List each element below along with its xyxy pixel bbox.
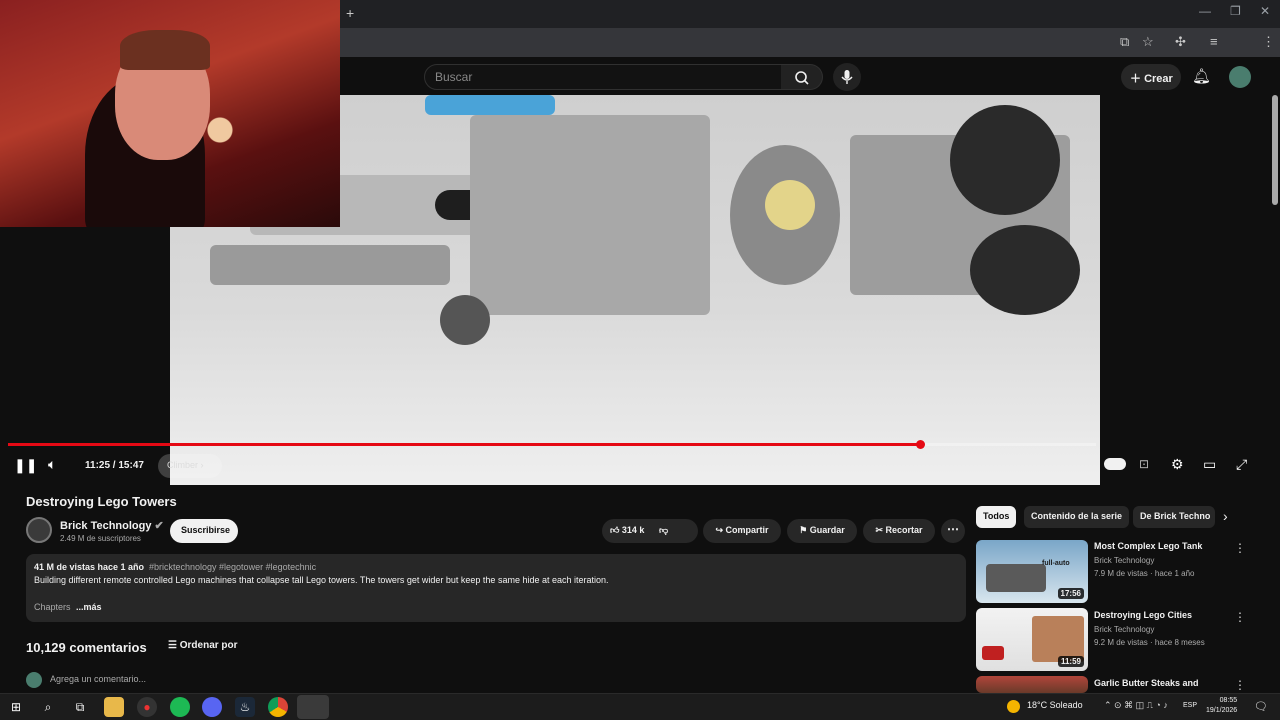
file-explorer-icon[interactable] bbox=[104, 697, 124, 717]
show-more-link[interactable]: ...más bbox=[76, 602, 102, 612]
bookmark-icon: ⚑ bbox=[799, 525, 810, 535]
volume-icon[interactable]: 🔈︎ bbox=[48, 456, 56, 473]
cast-icon[interactable]: ⧉ bbox=[1120, 34, 1129, 50]
time-display: 11:25 / 15:47 bbox=[85, 460, 144, 471]
video-duration: 11:59 bbox=[1057, 656, 1084, 667]
task-view-icon[interactable]: ⧉ bbox=[70, 697, 90, 717]
thumbnail-badge: full-auto bbox=[1042, 560, 1070, 567]
extensions-icon[interactable]: ✣ bbox=[1175, 34, 1186, 50]
save-button[interactable]: ⚑ Guardar bbox=[787, 519, 857, 543]
close-window-button[interactable]: ✕ bbox=[1260, 4, 1270, 18]
chevron-right-icon[interactable]: › bbox=[1223, 508, 1228, 524]
new-tab-button[interactable]: + bbox=[346, 5, 354, 21]
video-duration: 17:56 bbox=[1057, 588, 1084, 599]
webcam-overlay bbox=[0, 0, 340, 227]
hashtags[interactable]: #bricktechnology #legotower #legotechnic bbox=[149, 562, 316, 572]
plus-icon: ＋ bbox=[1130, 73, 1145, 85]
comment-input[interactable]: Agrega un comentario... bbox=[50, 674, 146, 684]
scrollbar-thumb[interactable] bbox=[1272, 95, 1278, 205]
language-indicator[interactable]: ESP bbox=[1183, 702, 1197, 709]
like-button[interactable]: 👍︎ 314 k bbox=[610, 525, 644, 535]
bookmark-star-icon[interactable]: ☆ bbox=[1142, 34, 1154, 50]
related-menu-icon[interactable]: ⋮ bbox=[1234, 678, 1246, 692]
related-thumbnail-1[interactable]: full-auto 17:56 bbox=[976, 540, 1088, 603]
view-count-date: 41 M de vistas hace 1 año bbox=[34, 562, 145, 572]
chrome-active-icon[interactable] bbox=[297, 695, 329, 719]
browser-menu-icon[interactable]: ⋮ bbox=[1262, 34, 1275, 50]
windows-taskbar bbox=[0, 693, 1280, 720]
steam-icon[interactable]: ♨ bbox=[235, 697, 255, 717]
subtitles-icon[interactable]: ⊡ bbox=[1139, 457, 1149, 471]
search-button[interactable] bbox=[781, 64, 823, 90]
sun-icon bbox=[1007, 700, 1020, 713]
more-actions-icon[interactable]: ⋯ bbox=[941, 519, 965, 543]
chapters-label: Chapters bbox=[34, 602, 71, 612]
sort-icon: ☰ bbox=[168, 640, 180, 651]
chip-series[interactable]: Contenido de la serie bbox=[1024, 506, 1130, 528]
minimize-button[interactable]: — bbox=[1199, 4, 1211, 18]
search-icon bbox=[795, 71, 809, 85]
create-button[interactable]: ＋ Crear bbox=[1121, 64, 1181, 90]
subscribe-button[interactable]: Suscribirse bbox=[170, 519, 238, 543]
chip-all[interactable]: Todos bbox=[976, 506, 1017, 528]
related-title-1[interactable]: Most Complex Lego Tank bbox=[1094, 541, 1224, 551]
related-channel-1[interactable]: Brick Technology bbox=[1094, 556, 1154, 565]
comments-count: 10,129 comentarios bbox=[26, 640, 147, 655]
notifications-icon[interactable]: 🗨︎ bbox=[1254, 700, 1268, 713]
autoplay-toggle[interactable] bbox=[1104, 458, 1126, 470]
search-icon[interactable]: ⌕ bbox=[38, 697, 58, 717]
related-channel-2[interactable]: Brick Technology bbox=[1094, 625, 1154, 634]
channel-name[interactable]: Brick Technology ✔ bbox=[60, 519, 164, 532]
related-thumbnail-2[interactable]: 11:59 bbox=[976, 608, 1088, 671]
microphone-icon bbox=[841, 70, 853, 84]
search-input[interactable]: Buscar bbox=[424, 64, 782, 90]
like-dislike-group: 👍︎ 314 k 👎︎ bbox=[602, 519, 698, 543]
voice-search-button[interactable] bbox=[833, 63, 861, 91]
settings-gear-icon[interactable]: ⚙ bbox=[1171, 456, 1184, 473]
verified-icon: ✔ bbox=[154, 520, 164, 532]
fullscreen-icon[interactable]: ⤢ bbox=[1236, 456, 1247, 473]
user-avatar bbox=[26, 672, 42, 688]
related-menu-icon[interactable]: ⋮ bbox=[1234, 541, 1246, 555]
channel-avatar[interactable] bbox=[26, 517, 52, 543]
chapter-button[interactable]: Climber › bbox=[158, 454, 222, 478]
subscriber-count: 2.49 M de suscriptores bbox=[60, 534, 141, 543]
clock[interactable]: 08:55 19/1/2026 bbox=[1206, 696, 1237, 716]
progress-scrubber[interactable] bbox=[915, 440, 925, 449]
account-avatar[interactable] bbox=[1229, 66, 1251, 88]
chrome-icon[interactable] bbox=[268, 697, 288, 717]
pause-icon[interactable]: ❚❚ bbox=[14, 457, 37, 474]
related-thumbnail-3[interactable] bbox=[976, 676, 1088, 693]
thumbs-up-icon: 👍︎ bbox=[610, 525, 622, 535]
app-icon[interactable]: ● bbox=[137, 697, 157, 717]
related-title-3[interactable]: Garlic Butter Steaks and bbox=[1094, 678, 1224, 688]
tray-icons[interactable]: ⌃ ⊙ ⌘ ◫ ⎍ ◔ ♪ bbox=[1104, 700, 1168, 711]
media-control-icon[interactable]: ≡ bbox=[1210, 34, 1218, 49]
restore-button[interactable]: ❐ bbox=[1230, 4, 1241, 18]
related-menu-icon[interactable]: ⋮ bbox=[1234, 610, 1246, 624]
discord-icon[interactable] bbox=[202, 697, 222, 717]
related-title-2[interactable]: Destroying Lego Cities bbox=[1094, 610, 1224, 620]
windows-start-icon[interactable]: ⊞ bbox=[6, 697, 26, 717]
dislike-button[interactable]: 👎︎ bbox=[659, 525, 668, 535]
clip-button[interactable]: ✂ Recortar bbox=[863, 519, 935, 543]
description-text: Building different remote controlled Leg… bbox=[34, 575, 609, 585]
weather-widget[interactable]: 18°C Soleado bbox=[1027, 700, 1083, 710]
related-meta-1: 7.9 M de vistas · hace 1 año bbox=[1094, 569, 1195, 578]
notifications-bell-icon[interactable]: 🔔︎ bbox=[1192, 67, 1211, 85]
scissors-icon: ✂ bbox=[875, 525, 886, 535]
share-button[interactable]: ↪ Compartir bbox=[703, 519, 781, 543]
share-icon: ↪ bbox=[715, 525, 726, 535]
spotify-icon[interactable] bbox=[170, 697, 190, 717]
chip-channel[interactable]: De Brick Techno bbox=[1133, 506, 1215, 528]
sort-comments-button[interactable]: ☰ Ordenar por bbox=[168, 640, 238, 651]
video-title: Destroying Lego Towers bbox=[26, 494, 177, 509]
progress-bar-fill bbox=[8, 443, 920, 446]
thumbs-down-icon: 👎︎ bbox=[658, 525, 669, 535]
related-meta-2: 9.2 M de vistas · hace 8 meses bbox=[1094, 638, 1205, 647]
theater-mode-icon[interactable]: ▭ bbox=[1203, 456, 1216, 473]
